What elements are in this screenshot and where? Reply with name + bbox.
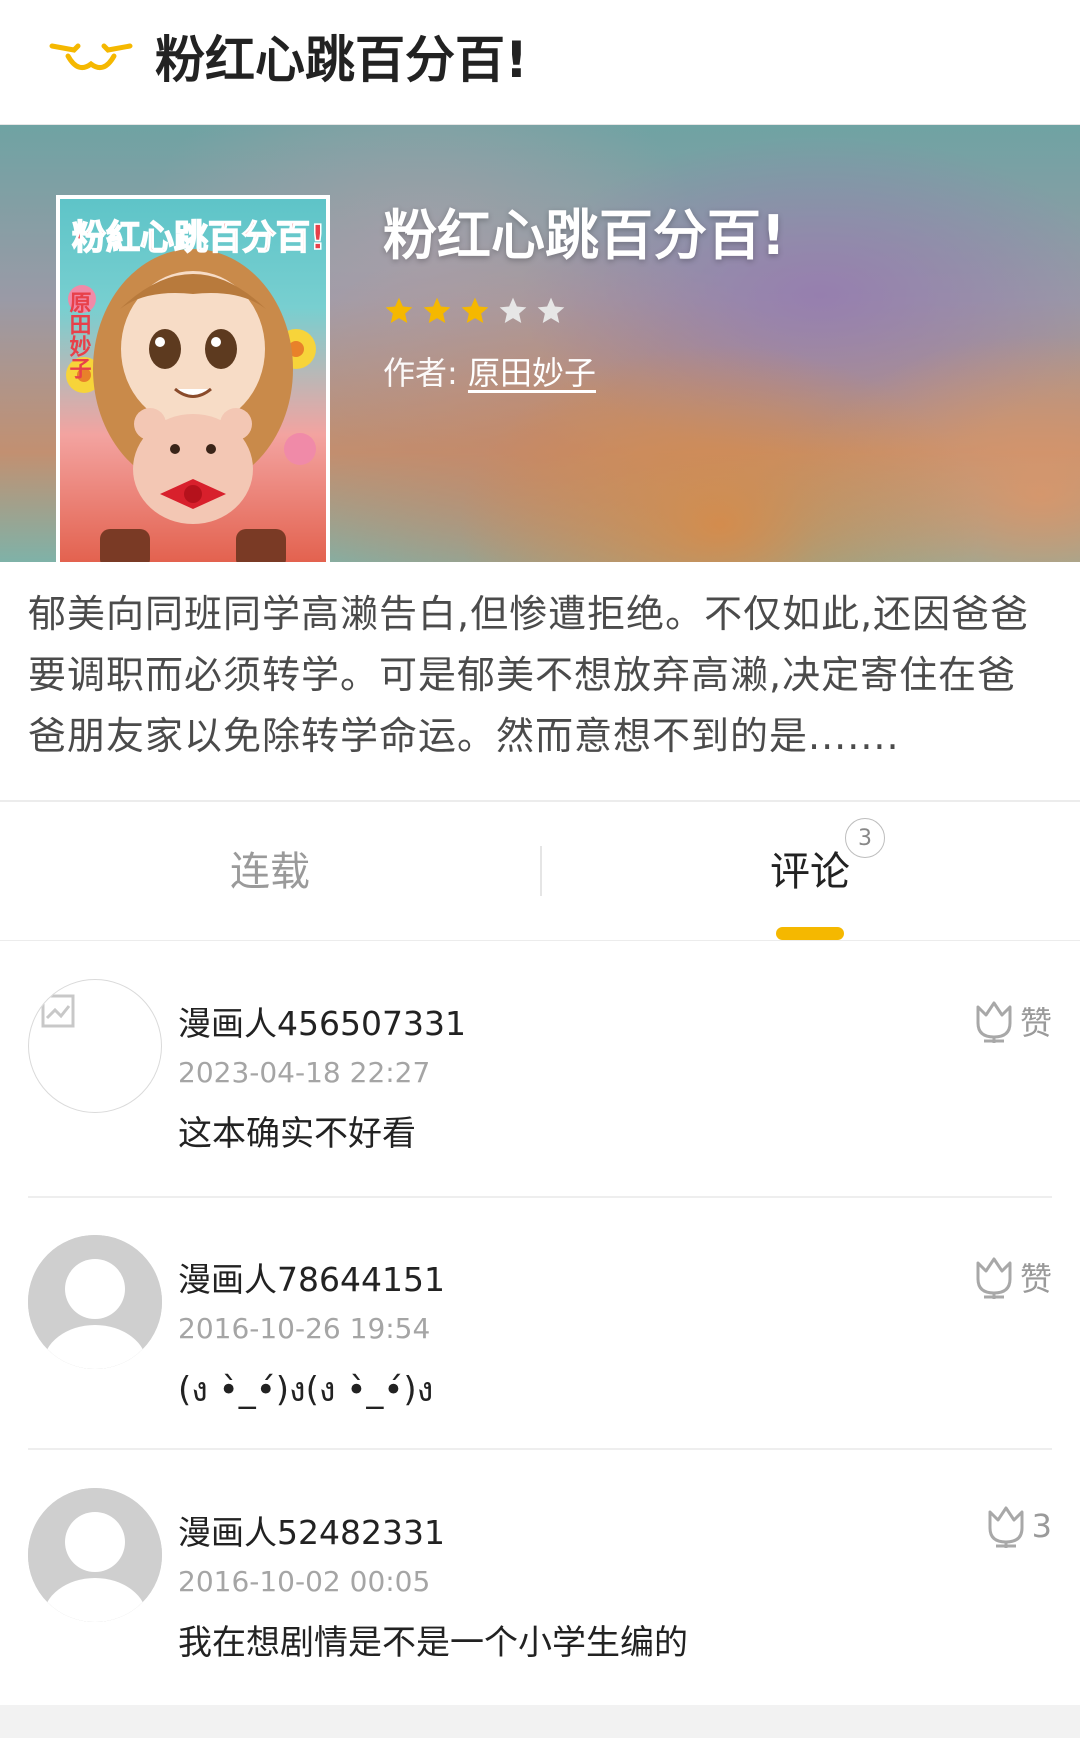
- like-label: 赞: [1019, 1260, 1052, 1298]
- comment-username[interactable]: 漫画人78644151: [178, 1257, 445, 1303]
- comment-list: 漫画人456507331 2023-04-18 22:27 这本确实不好看 赞 …: [0, 941, 1080, 1705]
- comment-username[interactable]: 漫画人456507331: [178, 1001, 466, 1047]
- star-filled-icon: [423, 297, 451, 323]
- author-link[interactable]: 原田妙子: [468, 354, 596, 392]
- active-tab-indicator: [776, 927, 844, 940]
- comment-count-badge: 3: [845, 818, 885, 858]
- book-cover[interactable]: 粉紅心跳百分百! 原田妙子: [56, 195, 330, 562]
- cover-title: 粉紅心跳百分百!: [72, 218, 326, 258]
- book-hero: 粉紅心跳百分百! 原田妙子 粉红心跳百分百! 作者: 原田妙子: [0, 125, 1080, 562]
- page-title: 粉红心跳百分百!: [155, 31, 528, 89]
- user-avatar[interactable]: [28, 1488, 162, 1622]
- comment-divider: [28, 1196, 1052, 1198]
- top-bar: 粉红心跳百分百!: [0, 0, 1080, 125]
- comment-text: 这本确实不好看: [178, 1114, 416, 1154]
- tulip-like-icon: [976, 1001, 1012, 1043]
- comment-username[interactable]: 漫画人52482331: [178, 1510, 445, 1556]
- like-button[interactable]: 3: [982, 1502, 1052, 1550]
- book-description: 郁美向同班同学高濑告白,但惨遭拒绝。不仅如此,还因爸爸要调职而必须转学。可是郁美…: [0, 562, 1080, 800]
- tulip-like-icon: [988, 1506, 1024, 1548]
- like-button[interactable]: 赞: [970, 1253, 1052, 1301]
- tab-comments[interactable]: 评论: [540, 802, 1080, 940]
- comment-text: (ง •̀_•́)ง(ง •̀_•́)ง: [178, 1370, 434, 1410]
- author-line: 作者: 原田妙子: [383, 350, 596, 396]
- tab-bar: 连载 评论 3: [0, 802, 1080, 941]
- tab-comments-label: 评论: [770, 849, 850, 895]
- comment-divider: [28, 1448, 1052, 1450]
- comment-time: 2016-10-26 19:54: [178, 1312, 431, 1345]
- like-count: 3: [1031, 1507, 1052, 1545]
- broken-image-icon: [41, 994, 75, 1028]
- book-title: 粉红心跳百分百!: [383, 204, 786, 267]
- tab-serial[interactable]: 连载: [0, 802, 540, 940]
- star-filled-icon: [385, 297, 413, 323]
- comment-time: 2016-10-02 00:05: [178, 1565, 431, 1598]
- comment-text: 我在想剧情是不是一个小学生编的: [178, 1623, 688, 1663]
- tab-serial-label: 连载: [230, 849, 310, 895]
- default-avatar-icon: [28, 1488, 162, 1622]
- tulip-like-icon: [976, 1257, 1012, 1299]
- star-empty-icon: [537, 297, 565, 323]
- cover-author: 原田妙子: [66, 291, 92, 380]
- comment-time: 2023-04-18 22:27: [178, 1056, 431, 1089]
- like-label: 赞: [1019, 1004, 1052, 1042]
- like-button[interactable]: 赞: [970, 997, 1052, 1045]
- default-avatar-icon: [28, 1235, 162, 1369]
- back-cat-icon[interactable]: [48, 34, 134, 90]
- author-label: 作者:: [383, 354, 458, 392]
- rating-stars: [383, 295, 567, 327]
- user-avatar[interactable]: [28, 979, 162, 1113]
- star-empty-icon: [499, 297, 527, 323]
- star-filled-icon: [461, 297, 489, 323]
- user-avatar[interactable]: [28, 1235, 162, 1369]
